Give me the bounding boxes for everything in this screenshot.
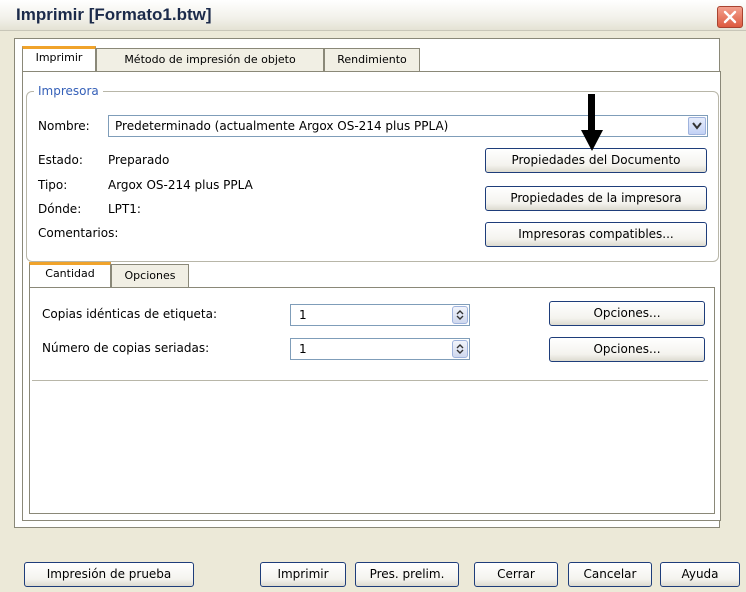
type-label: Tipo: xyxy=(38,178,68,192)
help-button[interactable]: Ayuda xyxy=(660,562,740,587)
printer-name-select[interactable]: Predeterminado (actualmente Argox OS-214… xyxy=(108,115,708,137)
chevron-down-icon xyxy=(692,122,702,130)
comments-label: Comentarios: xyxy=(38,226,119,240)
preview-button[interactable]: Pres. prelim. xyxy=(355,562,459,587)
status-label: Estado: xyxy=(38,153,83,167)
spin-arrows-icon xyxy=(456,344,464,354)
tab-cantidad[interactable]: Cantidad xyxy=(29,262,111,288)
options-button-identical[interactable]: Opciones... xyxy=(549,301,705,326)
separator xyxy=(32,380,708,382)
printer-name-value: Predeterminado (actualmente Argox OS-214… xyxy=(115,119,449,133)
close-window-button[interactable] xyxy=(717,6,743,28)
status-value: Preparado xyxy=(108,153,170,167)
serial-copies-stepper[interactable]: 1 xyxy=(290,338,470,360)
tab-label: Método de impresión de objeto xyxy=(124,53,296,66)
printer-group-legend: Impresora xyxy=(34,84,103,98)
window-title: Imprimir [Formato1.btw] xyxy=(16,5,212,24)
print-button[interactable]: Imprimir xyxy=(260,562,346,587)
title-bar: Imprimir [Formato1.btw] xyxy=(0,0,746,31)
tab-label: Rendimiento xyxy=(337,53,407,66)
cancel-button[interactable]: Cancelar xyxy=(568,562,652,587)
serial-copies-label: Número de copias seriadas: xyxy=(42,341,210,355)
close-icon xyxy=(723,10,737,24)
compatible-printers-button[interactable]: Impresoras compatibles... xyxy=(485,222,707,247)
dropdown-button[interactable] xyxy=(688,117,706,135)
close-button[interactable]: Cerrar xyxy=(474,562,558,587)
serial-copies-value: 1 xyxy=(299,342,307,356)
tab-label: Cantidad xyxy=(45,267,95,280)
tab-label: Imprimir xyxy=(35,51,83,64)
spin-arrows-icon xyxy=(456,310,464,320)
tab-metodo-impresion[interactable]: Método de impresión de objeto xyxy=(96,48,324,72)
tab-imprimir[interactable]: Imprimir xyxy=(22,46,96,72)
test-print-button[interactable]: Impresión de prueba xyxy=(24,562,194,587)
location-value: LPT1: xyxy=(108,202,141,216)
tab-opciones[interactable]: Opciones xyxy=(111,264,189,288)
type-value: Argox OS-214 plus PPLA xyxy=(108,178,253,192)
spin-button[interactable] xyxy=(452,340,468,358)
identical-copies-value: 1 xyxy=(299,308,307,322)
tab-label: Opciones xyxy=(124,269,176,282)
printer-properties-button[interactable]: Propiedades de la impresora xyxy=(485,186,707,211)
printer-name-label: Nombre: xyxy=(38,119,90,133)
options-button-serial[interactable]: Opciones... xyxy=(549,337,705,362)
location-label: Dónde: xyxy=(38,202,82,216)
spin-button[interactable] xyxy=(452,306,468,324)
arrow-down-icon xyxy=(581,94,603,151)
identical-copies-stepper[interactable]: 1 xyxy=(290,304,470,326)
identical-copies-label: Copias idénticas de etiqueta: xyxy=(42,307,218,321)
tab-rendimiento[interactable]: Rendimiento xyxy=(324,48,420,72)
